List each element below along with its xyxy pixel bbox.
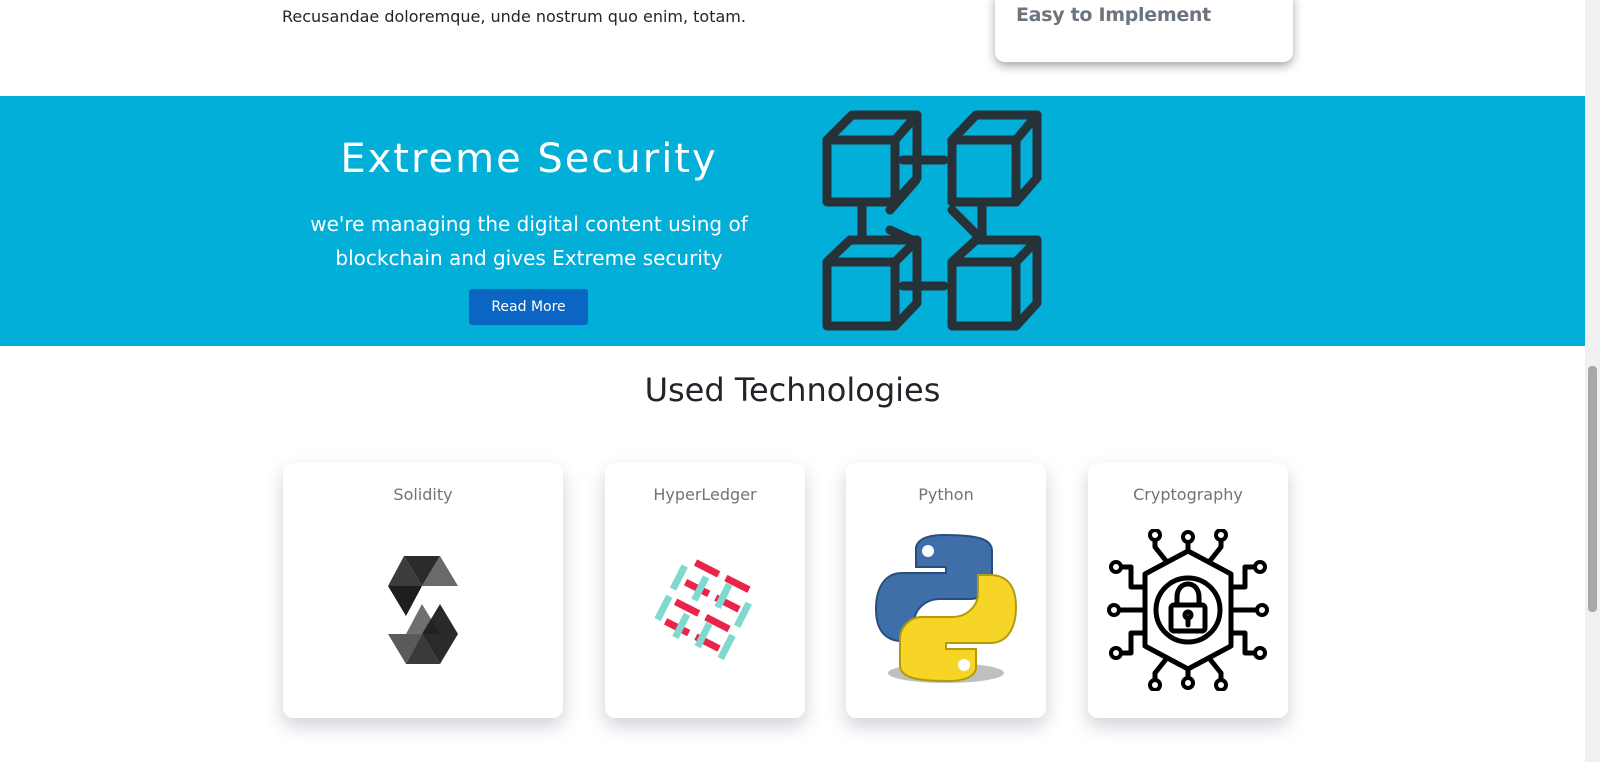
cryptography-lock-icon xyxy=(1107,529,1269,691)
extreme-security-section: Extreme Security we're managing the digi… xyxy=(0,96,1585,346)
tech-card-label: HyperLedger xyxy=(653,485,757,504)
tech-card-python: Python xyxy=(846,463,1046,718)
tech-card-cryptography: Cryptography xyxy=(1088,463,1288,718)
read-more-button[interactable]: Read More xyxy=(469,289,588,325)
hyperledger-logo-icon xyxy=(654,559,752,661)
feature-card-title: Easy to Implement xyxy=(1016,4,1211,26)
security-description: we're managing the digital content using… xyxy=(310,207,748,275)
tech-card-label: Python xyxy=(918,485,974,504)
intro-text: Recusandae doloremque, unde nostrum quo … xyxy=(282,7,746,26)
scrollbar-thumb[interactable] xyxy=(1588,366,1597,612)
python-logo-icon xyxy=(874,533,1018,683)
security-description-line-2: blockchain and gives Extreme security xyxy=(335,246,723,270)
tech-card-solidity: Solidity xyxy=(283,463,563,718)
page-scrollbar[interactable] xyxy=(1585,0,1600,762)
solidity-logo-icon xyxy=(388,556,458,664)
security-description-line-1: we're managing the digital content using… xyxy=(310,212,748,236)
tech-card-label: Solidity xyxy=(393,485,453,504)
used-technologies-title: Used Technologies xyxy=(644,371,941,409)
tech-card-label: Cryptography xyxy=(1133,485,1243,504)
tech-card-hyperledger: HyperLedger xyxy=(605,463,805,718)
feature-card-easy-to-implement: Easy to Implement xyxy=(995,0,1293,62)
blockchain-icon xyxy=(822,110,1042,331)
